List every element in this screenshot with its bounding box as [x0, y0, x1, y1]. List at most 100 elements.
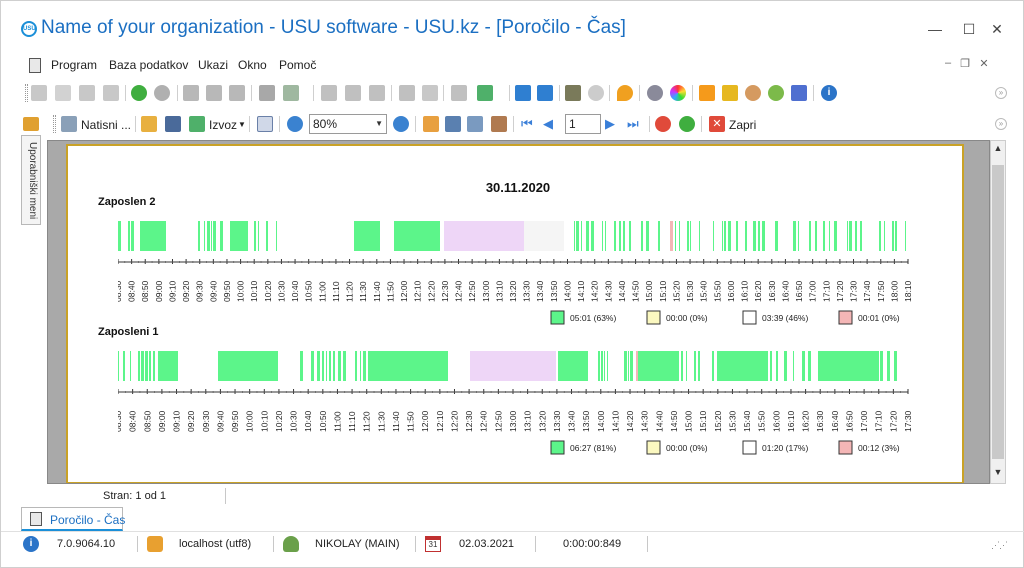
gear-icon[interactable]	[647, 85, 663, 101]
menu-help[interactable]: Pomoč	[279, 58, 316, 72]
excel-export-icon[interactable]	[477, 85, 493, 101]
activity-segment	[329, 351, 331, 381]
export-dropdown-icon[interactable]: ▼	[238, 120, 246, 129]
toolbar-options-icon[interactable]: »	[995, 118, 1007, 130]
tick-label: 10:30	[289, 410, 299, 432]
edit-icon[interactable]	[79, 85, 95, 101]
mdi-restore-button[interactable]: ❐	[958, 57, 972, 70]
flag-icon[interactable]	[259, 85, 275, 101]
last-page-button[interactable]: ⏭	[627, 116, 639, 132]
filter-clear-icon[interactable]	[229, 85, 245, 101]
zoom-value: 80%	[313, 117, 338, 131]
note-icon[interactable]	[422, 85, 438, 101]
new-window-icon[interactable]	[515, 85, 531, 101]
duplicate-icon[interactable]	[55, 85, 71, 101]
tick-label: 09:00	[157, 410, 167, 432]
mdi-close-button[interactable]: ✕	[977, 57, 991, 70]
first-page-button[interactable]: ⏮	[521, 116, 533, 132]
document-tab[interactable]: Poročilo - Čas	[21, 507, 125, 531]
exit-icon[interactable]	[565, 85, 581, 101]
move-icon[interactable]	[399, 85, 415, 101]
mdi-minimize-button[interactable]: –	[941, 57, 955, 69]
multi-page-icon[interactable]	[423, 116, 439, 132]
info-icon[interactable]: i	[821, 85, 837, 101]
previous-page-button[interactable]: ◀	[543, 116, 553, 132]
close-report-icon[interactable]: ✕	[709, 116, 725, 132]
tick-label: 15:20	[671, 280, 681, 302]
tick-label: 14:30	[603, 280, 613, 302]
image-icon[interactable]	[283, 85, 299, 101]
plugin-icon[interactable]	[791, 85, 807, 101]
copy-icon[interactable]	[31, 85, 47, 101]
zoom-out-icon[interactable]	[393, 116, 409, 132]
rss-icon[interactable]	[699, 85, 715, 101]
minimize-button[interactable]: —	[925, 19, 945, 39]
export-icon[interactable]	[189, 116, 205, 132]
location-pin-icon[interactable]	[617, 85, 633, 101]
open-folder-icon[interactable]	[141, 116, 157, 132]
maximize-button[interactable]: ☐	[959, 19, 979, 39]
delete-icon[interactable]	[103, 85, 119, 101]
export-button[interactable]: Izvoz	[209, 118, 237, 132]
columns-icon[interactable]	[321, 85, 337, 101]
print-preview-area[interactable]: 30.11.2020 Zaposlen 2 08:30 08:40 08:50 09:…	[47, 140, 990, 484]
tick-label: 18:00	[889, 280, 899, 302]
close-report-button[interactable]: Zapri	[729, 118, 756, 132]
users-icon[interactable]	[768, 85, 784, 101]
expand-icon[interactable]	[369, 85, 385, 101]
page-number-input[interactable]: 1	[565, 114, 601, 134]
close-window-icon[interactable]	[537, 85, 553, 101]
reload-icon[interactable]	[679, 116, 695, 132]
scroll-up-icon[interactable]: ▲	[991, 143, 1005, 153]
save-icon[interactable]	[165, 116, 181, 132]
print-button[interactable]: Natisni ...	[81, 118, 131, 132]
search-icon[interactable]	[154, 85, 170, 101]
menu-commands[interactable]: Ukazi	[198, 58, 228, 72]
folder-icon[interactable]	[23, 117, 39, 131]
printer-icon[interactable]	[61, 116, 77, 132]
zoom-select[interactable]: 80% ▼	[309, 114, 387, 134]
report-date: 30.11.2020	[485, 180, 551, 195]
toolbar-options-icon[interactable]: »	[995, 87, 1007, 99]
close-button[interactable]: ✕	[987, 19, 1007, 39]
lock-icon[interactable]	[722, 85, 738, 101]
filter-add-icon[interactable]	[206, 85, 222, 101]
scrollbar-thumb[interactable]	[992, 165, 1004, 459]
next-page-button[interactable]: ▶	[605, 116, 615, 132]
forward-icon[interactable]	[588, 85, 604, 101]
legend-label: 05:01 (63%)	[570, 313, 616, 323]
vertical-scrollbar[interactable]: ▲ ▼	[990, 140, 1006, 484]
user-menu-tab[interactable]: Uporabniški meni	[21, 135, 41, 225]
collapse-icon[interactable]	[345, 85, 361, 101]
resize-grip-icon[interactable]: ⋰⋰	[991, 540, 1008, 551]
filter-icon[interactable]	[183, 85, 199, 101]
color-wheel-icon[interactable]	[670, 85, 686, 101]
activity-segment	[614, 221, 616, 251]
refresh-icon[interactable]	[131, 85, 147, 101]
tick-label: 16:30	[767, 280, 777, 302]
scroll-down-icon[interactable]: ▼	[991, 467, 1005, 477]
document-menu-icon[interactable]	[29, 58, 41, 73]
menu-program[interactable]: Program	[51, 58, 97, 72]
zoom-in-icon[interactable]	[287, 116, 303, 132]
report-icon[interactable]	[451, 85, 467, 101]
two-page-icon[interactable]	[445, 116, 461, 132]
activity-block	[718, 351, 768, 381]
activity-segment	[343, 351, 346, 381]
stop-icon[interactable]	[655, 116, 671, 132]
tick-label: 16:40	[830, 410, 840, 432]
toolbar-separator	[125, 85, 126, 101]
find-icon[interactable]	[467, 116, 483, 132]
tick-label: 11:40	[391, 411, 401, 432]
tick-label: 15:40	[699, 280, 709, 302]
tick-label: 16:40	[780, 280, 790, 302]
break-segment	[444, 221, 524, 251]
toolbar-grip[interactable]	[25, 84, 28, 102]
tick-label: 08:40	[127, 280, 137, 302]
menu-database[interactable]: Baza podatkov	[109, 58, 188, 72]
user-key-icon[interactable]	[745, 85, 761, 101]
toolbar-grip[interactable]	[53, 115, 56, 133]
properties-icon[interactable]	[491, 116, 507, 132]
page-setup-icon[interactable]	[257, 116, 273, 132]
menu-window[interactable]: Okno	[238, 58, 267, 72]
